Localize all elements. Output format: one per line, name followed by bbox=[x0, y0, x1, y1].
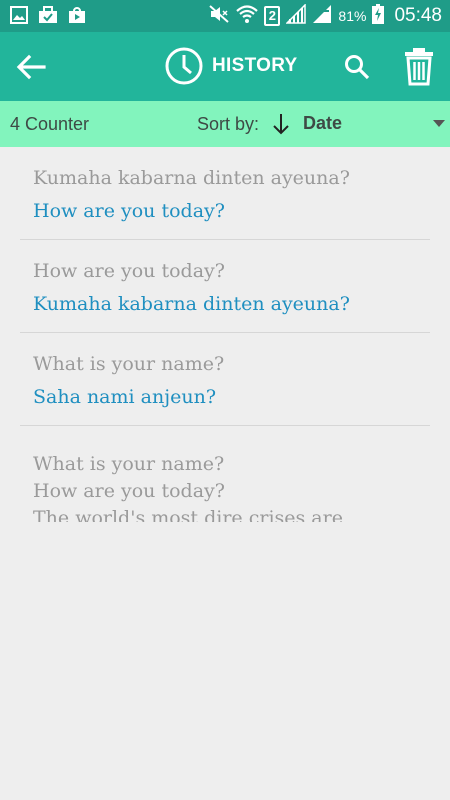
signal-icon bbox=[312, 4, 332, 28]
search-icon bbox=[345, 55, 370, 80]
briefcase-icon bbox=[38, 6, 58, 28]
sort-label: Sort by: bbox=[197, 114, 260, 134]
clock-icon bbox=[165, 47, 203, 85]
page-title: HISTORY bbox=[212, 55, 298, 76]
back-arrow-icon bbox=[16, 54, 46, 80]
delete-all-button[interactable] bbox=[403, 46, 435, 86]
translation-text: How are you today? bbox=[33, 200, 225, 222]
system-icons: 2 81% 05:48 bbox=[208, 0, 442, 32]
item-counter: 4 Counter bbox=[10, 114, 90, 134]
translation-text: Kumaha kabarna dinten ayeuna? bbox=[33, 293, 350, 315]
source-text: How are you today? bbox=[33, 260, 225, 282]
history-item[interactable]: How are you today? Kumaha kabarna dinten… bbox=[20, 240, 430, 333]
battery-percent: 81% bbox=[338, 8, 367, 24]
source-text: What is your name? How are you today? Th… bbox=[33, 451, 343, 522]
title-group: HISTORY bbox=[164, 45, 298, 87]
translation-text: Saha nami anjeun? bbox=[33, 386, 217, 408]
history-list: Kumaha kabarna dinten ayeuna? How are yo… bbox=[20, 147, 430, 522]
search-button[interactable] bbox=[343, 53, 371, 81]
source-line: What is your name? bbox=[33, 453, 225, 475]
sort-direction-icon[interactable] bbox=[271, 112, 291, 136]
mute-icon bbox=[208, 4, 230, 28]
dropdown-arrow-icon bbox=[433, 120, 445, 127]
play-store-icon bbox=[68, 6, 86, 28]
source-line: How are you today? bbox=[33, 480, 225, 502]
source-text: Kumaha kabarna dinten ayeuna? bbox=[33, 167, 350, 189]
gallery-icon bbox=[10, 6, 28, 28]
source-text: What is your name? bbox=[33, 353, 225, 375]
source-line: The world's most dire crises are bbox=[33, 507, 343, 522]
app-bar: HISTORY bbox=[0, 32, 450, 101]
signal-icon bbox=[285, 3, 307, 28]
status-bar: 2 81% 05:48 bbox=[0, 0, 450, 32]
sim-slot-badge: 2 bbox=[264, 6, 281, 26]
sort-value: Date bbox=[303, 113, 343, 133]
wifi-icon bbox=[236, 4, 259, 28]
history-item[interactable]: Kumaha kabarna dinten ayeuna? How are yo… bbox=[20, 147, 430, 240]
history-item[interactable]: What is your name? Saha nami anjeun? bbox=[20, 333, 430, 426]
sort-dropdown[interactable]: Date bbox=[303, 101, 450, 147]
notification-icons bbox=[10, 6, 86, 28]
back-button[interactable] bbox=[14, 51, 48, 83]
trash-icon bbox=[405, 48, 433, 86]
battery-charging-icon bbox=[372, 4, 385, 28]
clock-time: 05:48 bbox=[394, 5, 442, 26]
sort-bar: 4 Counter Sort by: Date bbox=[0, 101, 450, 147]
history-item[interactable]: What is your name? How are you today? Th… bbox=[20, 426, 430, 522]
